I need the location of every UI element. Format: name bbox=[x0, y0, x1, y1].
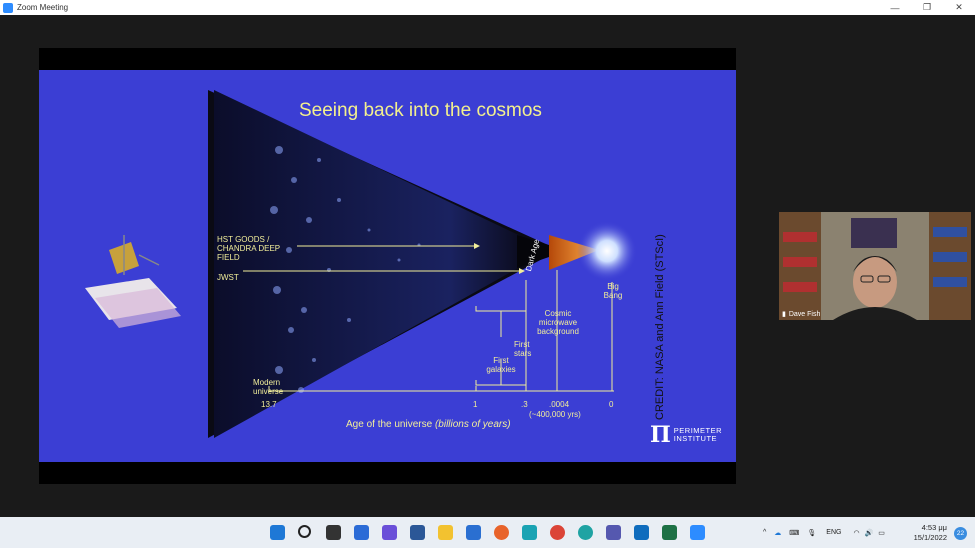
shared-screen: Seeing back into the cosmos HST GOODS / … bbox=[39, 48, 736, 484]
tick-1: 1 bbox=[473, 400, 478, 409]
window-title: Zoom Meeting bbox=[17, 3, 69, 12]
tick-3: .3 bbox=[521, 400, 528, 409]
onedrive-icon[interactable]: ☁ bbox=[774, 529, 781, 537]
snipping-tool-icon[interactable] bbox=[522, 525, 537, 540]
hst-label: HST GOODS / CHANDRA DEEP FIELD bbox=[217, 235, 280, 262]
participant-name: Dave Fish bbox=[788, 310, 821, 318]
firefox-icon[interactable] bbox=[494, 525, 509, 540]
clock[interactable]: 4:53 μμ 15/1/2022 bbox=[914, 523, 947, 543]
participant-name-label: ▮ Dave Fish bbox=[782, 310, 821, 319]
participant-video-tile[interactable]: ▮ Dave Fish bbox=[779, 212, 971, 320]
wifi-icon[interactable]: ◠ bbox=[853, 529, 859, 537]
widgets-icon[interactable] bbox=[354, 525, 369, 540]
volume-icon[interactable]: 🔊 bbox=[865, 529, 874, 537]
jwst-telescope-illustration bbox=[85, 235, 181, 328]
file-explorer-icon[interactable] bbox=[438, 525, 453, 540]
meeting-stage: Seeing back into the cosmos HST GOODS / … bbox=[0, 15, 975, 517]
windows-taskbar: ^ ☁ ⌨ 🎙 ENG ◠ 🔊 ▭ 4:53 μμ 15/1/2022 22 bbox=[0, 517, 975, 548]
close-button[interactable]: ✕ bbox=[943, 0, 975, 15]
zoom-app-icon bbox=[3, 2, 13, 13]
tick-0004: .0004 bbox=[549, 400, 570, 409]
chat-icon[interactable] bbox=[382, 525, 397, 540]
signal-icon: ▮ bbox=[782, 311, 786, 318]
first-galaxies-label: First galaxies bbox=[486, 356, 516, 374]
zoom-icon[interactable] bbox=[690, 525, 705, 540]
outlook-icon[interactable] bbox=[634, 525, 649, 540]
big-bang-glow bbox=[577, 221, 637, 281]
big-bang-label: Big Bang bbox=[603, 282, 623, 300]
cosmos-diagram bbox=[85, 90, 637, 438]
participant-video-feed bbox=[779, 212, 971, 320]
language-indicator[interactable]: ENG bbox=[826, 529, 841, 536]
tick-0004-sub: (~400,000 yrs) bbox=[529, 410, 581, 419]
pi-logo-icon: Π bbox=[650, 422, 671, 448]
minimize-button[interactable]: — bbox=[879, 0, 911, 15]
cmb-label: Cosmic microwave background bbox=[537, 309, 579, 336]
slide-title: Seeing back into the cosmos bbox=[299, 100, 542, 121]
system-tray: ^ ☁ ⌨ 🎙 ENG ◠ 🔊 ▭ bbox=[763, 517, 885, 548]
teams-icon[interactable] bbox=[606, 525, 621, 540]
clock-date: 15/1/2022 bbox=[913, 533, 947, 542]
modern-universe-label: Modern universe bbox=[253, 378, 284, 396]
notification-badge[interactable]: 22 bbox=[954, 527, 967, 540]
edge-icon[interactable] bbox=[578, 525, 593, 540]
axis-unit: (billions of years) bbox=[434, 419, 511, 430]
perimeter-institute-logo: Π PERIMETER INSTITUTE bbox=[650, 422, 722, 448]
keyboard-icon[interactable]: ⌨ bbox=[789, 529, 799, 537]
microphone-icon[interactable]: 🎙 bbox=[807, 529, 816, 537]
presentation-slide: Seeing back into the cosmos HST GOODS / … bbox=[39, 70, 736, 462]
word-icon[interactable] bbox=[410, 525, 425, 540]
battery-icon[interactable]: ▭ bbox=[878, 529, 885, 537]
chrome-icon[interactable] bbox=[550, 525, 565, 540]
image-credit: CREDIT: NASA and Ann Field (STScI) bbox=[654, 234, 666, 420]
tick-13-7: 13.7 bbox=[261, 400, 277, 409]
window-title-bar: Zoom Meeting — ❐ ✕ bbox=[0, 0, 975, 15]
mail-icon[interactable] bbox=[466, 525, 481, 540]
tick-0: 0 bbox=[609, 400, 614, 409]
galaxies-bracket bbox=[475, 306, 527, 312]
jwst-label: JWST bbox=[217, 273, 239, 282]
axis-title-text: Age of the universe bbox=[346, 419, 433, 430]
clock-time: 4:53 μμ bbox=[921, 523, 947, 532]
windows-start-icon[interactable] bbox=[270, 525, 285, 540]
axis-title: Age of the universe (billions of years) bbox=[346, 419, 511, 430]
chevron-up-icon[interactable]: ^ bbox=[763, 529, 766, 536]
excel-icon[interactable] bbox=[662, 525, 677, 540]
task-view-icon[interactable] bbox=[326, 525, 341, 540]
search-icon[interactable] bbox=[298, 525, 311, 538]
logo-line2: INSTITUTE bbox=[673, 434, 718, 443]
restore-button[interactable]: ❐ bbox=[911, 0, 943, 15]
